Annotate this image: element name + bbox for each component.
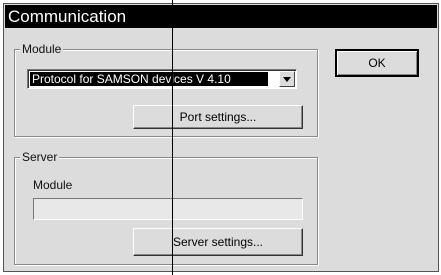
guide-line (172, 0, 173, 275)
port-settings-button[interactable]: Port settings... (133, 105, 303, 129)
communication-dialog: Communication Module Protocol for SAMSON… (3, 3, 439, 272)
server-settings-button[interactable]: Server settings... (133, 228, 303, 256)
protocol-select[interactable]: Protocol for SAMSON devices V 4.10 (27, 69, 297, 89)
server-group-legend: Server (20, 150, 60, 164)
server-module-label: Module (33, 178, 73, 192)
ok-button[interactable]: OK (335, 49, 419, 77)
window-title: Communication (5, 5, 437, 28)
chevron-down-icon[interactable] (279, 71, 295, 87)
module-group-legend: Module (20, 42, 64, 56)
module-group: Module Protocol for SAMSON devices V 4.1… (14, 42, 318, 137)
server-module-field[interactable] (33, 198, 303, 220)
server-group: Server Module Server settings... (14, 150, 318, 265)
protocol-select-value[interactable]: Protocol for SAMSON devices V 4.10 (30, 72, 268, 86)
